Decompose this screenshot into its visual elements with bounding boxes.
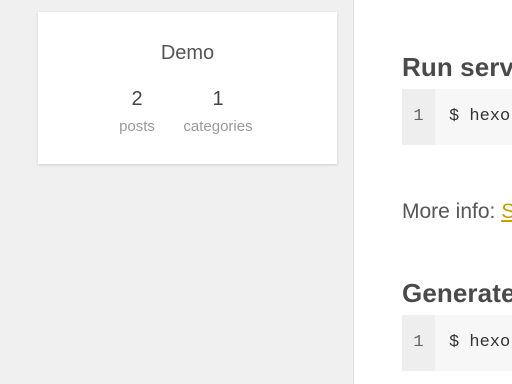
posts-count: 2 xyxy=(131,88,143,110)
categories-count: 1 xyxy=(212,88,224,110)
posts-label: posts xyxy=(119,118,155,135)
code-text: $ hexo xyxy=(449,333,511,352)
code-text: $ hexo xyxy=(449,107,511,126)
run-server-heading: Run serve xyxy=(402,51,512,82)
profile-card: Demo 2 posts 1 categories xyxy=(38,12,337,164)
profile-name: Demo xyxy=(160,42,215,64)
more-info-link[interactable]: S xyxy=(501,200,512,223)
run-server-code-block: 1 $ hexo xyxy=(402,89,512,145)
blog-page: Demo 2 posts 1 categories Run serve 1 $ … xyxy=(0,0,512,384)
line-number: 1 xyxy=(402,315,435,371)
categories-stat[interactable]: 1 categories xyxy=(180,88,256,135)
line-number: 1 xyxy=(402,89,435,145)
generate-heading: Generate xyxy=(402,277,512,308)
article-content: Run serve 1 $ hexo More info: S Generate… xyxy=(354,0,512,384)
generate-code-block: 1 $ hexo xyxy=(402,315,512,371)
more-info-text: More info: S xyxy=(402,200,512,224)
sidebar: Demo 2 posts 1 categories xyxy=(0,0,353,384)
categories-label: categories xyxy=(183,118,253,135)
posts-stat[interactable]: 2 posts xyxy=(113,88,161,135)
more-info-label: More info: xyxy=(402,200,502,223)
